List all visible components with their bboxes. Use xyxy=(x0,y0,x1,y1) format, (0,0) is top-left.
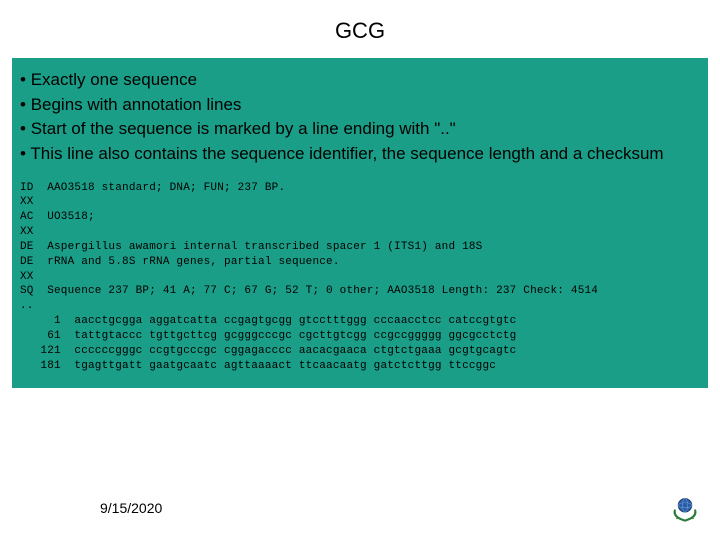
seq-line: DE rRNA and 5.8S rRNA genes, partial seq… xyxy=(20,256,340,268)
page-title: GCG xyxy=(0,0,720,58)
seq-line: ID AAO3518 standard; DNA; FUN; 237 BP. xyxy=(20,182,285,194)
bullet-text: Start of the sequence is marked by a lin… xyxy=(31,119,456,138)
seq-line: SQ Sequence 237 BP; 41 A; 77 C; 67 G; 52… xyxy=(20,285,598,297)
seq-line: .. xyxy=(20,300,34,312)
bullet-item: • Start of the sequence is marked by a l… xyxy=(20,117,700,142)
seq-line: 181 tgagttgatt gaatgcaatc agttaaaact ttc… xyxy=(20,360,496,372)
bullet-text: Begins with annotation lines xyxy=(31,95,242,114)
bullet-text: Exactly one sequence xyxy=(31,70,197,89)
bullet-list: • Exactly one sequence • Begins with ann… xyxy=(20,68,700,167)
bullet-item: • Begins with annotation lines xyxy=(20,93,700,118)
seq-line: XX xyxy=(20,196,34,208)
bullet-item: • Exactly one sequence xyxy=(20,68,700,93)
sequence-block: ID AAO3518 standard; DNA; FUN; 237 BP. X… xyxy=(20,181,700,374)
globe-wreath-icon xyxy=(668,490,702,524)
footer-date: 9/15/2020 xyxy=(100,500,162,516)
seq-line: XX xyxy=(20,226,34,238)
seq-line: 1 aacctgcgga aggatcatta ccgagtgcgg gtcct… xyxy=(20,315,516,327)
bullet-item: • This line also contains the sequence i… xyxy=(20,142,700,167)
content-panel: • Exactly one sequence • Begins with ann… xyxy=(12,58,708,388)
seq-line: 61 tattgtaccc tgttgcttcg gcgggcccgc cgct… xyxy=(20,330,516,342)
seq-line: XX xyxy=(20,271,34,283)
seq-line: DE Aspergillus awamori internal transcri… xyxy=(20,241,482,253)
bullet-text: This line also contains the sequence ide… xyxy=(30,144,663,163)
seq-line: 121 ccccccgggc ccgtgcccgc cggagacccc aac… xyxy=(20,345,516,357)
seq-line: AC UO3518; xyxy=(20,211,95,223)
logo-icon xyxy=(668,490,702,524)
